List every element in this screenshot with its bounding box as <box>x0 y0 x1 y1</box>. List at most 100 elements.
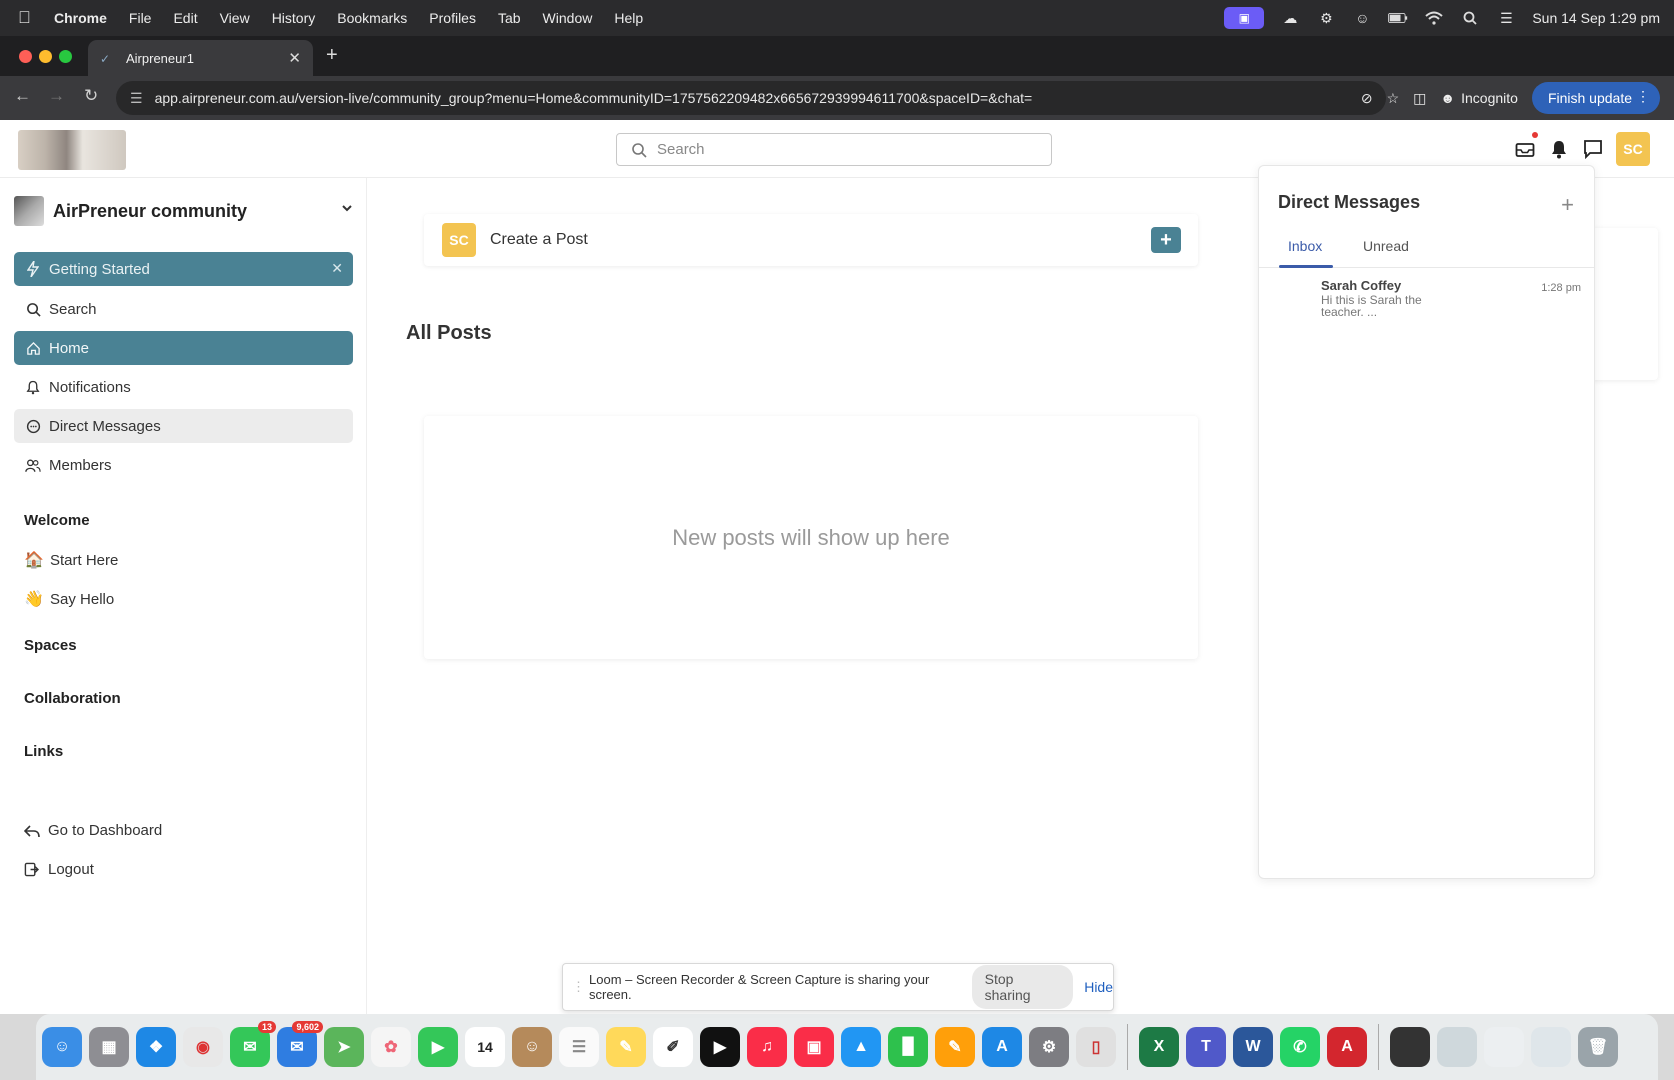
contacts-icon[interactable]: ☺ <box>512 1027 552 1067</box>
incognito-indicator[interactable]: ☻ Incognito <box>1440 90 1518 106</box>
apple-icon[interactable]:  <box>18 8 40 28</box>
drag-handle-icon[interactable]: ⋮ <box>572 979 585 995</box>
community-switcher[interactable]: AirPreneur community <box>14 194 354 228</box>
launchpad-icon[interactable]: ▦ <box>89 1027 129 1067</box>
menubar-clock[interactable]: Sun 14 Sep 1:29 pm <box>1532 10 1660 26</box>
menu-bookmarks[interactable]: Bookmarks <box>337 10 407 26</box>
mail-icon[interactable]: ✉ 9,602 <box>277 1021 323 1067</box>
messages-icon[interactable]: ✉ 13 <box>230 1021 276 1067</box>
hide-banner-link[interactable]: Hide <box>1084 979 1113 995</box>
freeform-icon[interactable]: ✐ <box>653 1027 693 1067</box>
menu-profiles[interactable]: Profiles <box>429 10 476 26</box>
community-logo[interactable] <box>18 130 126 170</box>
user-circle-icon[interactable]: ☺ <box>1352 10 1372 26</box>
calendar-icon[interactable]: 14 <box>465 1027 505 1067</box>
forward-arrow-icon[interactable]: → <box>48 86 65 106</box>
browser-tab-active[interactable]: ✓ Airpreneur1 ✕ <box>88 40 313 76</box>
add-post-button[interactable]: + <box>1151 227 1181 253</box>
menu-history[interactable]: History <box>272 10 316 26</box>
system-settings-icon[interactable]: ⚙ <box>1029 1027 1069 1067</box>
sidebar-item-notifications[interactable]: Notifications <box>14 370 353 404</box>
recent-window-thumbnail[interactable] <box>1484 1027 1524 1067</box>
window-minimize-button[interactable] <box>39 50 52 63</box>
dm-conversation-item[interactable]: Sarah Coffey Hi this is Sarah the teache… <box>1259 278 1594 326</box>
menu-edit[interactable]: Edit <box>173 10 197 26</box>
safari-icon[interactable]: ❖ <box>136 1027 176 1067</box>
sidebar-item-members[interactable]: Members <box>14 448 353 482</box>
spotlight-search-icon[interactable] <box>1460 10 1480 26</box>
recent-window-thumbnail[interactable] <box>1390 1027 1430 1067</box>
app-store-icon[interactable]: A <box>982 1027 1022 1067</box>
pages-icon[interactable]: ✎ <box>935 1027 975 1067</box>
bell-icon[interactable] <box>1548 138 1570 160</box>
sidebar-item-search[interactable]: Search <box>14 292 353 326</box>
getting-started-banner[interactable]: Getting Started ✕ <box>14 252 353 286</box>
control-center-icon[interactable]: ☰ <box>1496 10 1516 26</box>
trash-icon[interactable]: 🗑 <box>1578 1027 1618 1067</box>
apple-tv-icon[interactable]: ▶ <box>700 1027 740 1067</box>
chrome-icon[interactable]: ◉ <box>183 1027 223 1067</box>
inbox-icon[interactable] <box>1514 132 1538 160</box>
close-icon[interactable]: ✕ <box>331 260 343 277</box>
maps-icon[interactable]: ➤ <box>324 1027 364 1067</box>
new-message-button[interactable]: + <box>1561 192 1574 218</box>
notes-icon[interactable]: ✎ <box>606 1027 646 1067</box>
chat-bubble-icon[interactable] <box>1582 138 1604 160</box>
facetime-icon[interactable]: ▶ <box>418 1027 458 1067</box>
new-tab-button[interactable]: + <box>326 44 338 67</box>
back-arrow-icon[interactable]: ← <box>14 86 31 106</box>
acrobat-icon[interactable]: A <box>1327 1027 1367 1067</box>
keynote-icon[interactable]: ▲ <box>841 1027 881 1067</box>
menu-app-name[interactable]: Chrome <box>54 10 107 26</box>
word-icon[interactable]: W <box>1233 1027 1273 1067</box>
tab-inbox[interactable]: Inbox <box>1288 238 1322 254</box>
space-say-hello[interactable]: 👋 Say Hello <box>24 589 114 609</box>
top-search-input[interactable]: Search <box>616 133 1052 166</box>
go-to-dashboard-link[interactable]: Go to Dashboard <box>24 822 162 839</box>
user-avatar[interactable]: SC <box>1616 132 1650 166</box>
gear-icon[interactable]: ⚙ <box>1316 10 1336 26</box>
excel-icon[interactable]: X <box>1139 1027 1179 1067</box>
reload-icon[interactable]: ↻ <box>84 86 98 106</box>
whatsapp-icon[interactable]: ✆ <box>1280 1027 1320 1067</box>
tab-close-icon[interactable]: ✕ <box>288 49 301 67</box>
sidebar-item-direct-messages[interactable]: Direct Messages <box>14 409 353 443</box>
reminders-icon[interactable]: ☰ <box>559 1027 599 1067</box>
menu-help[interactable]: Help <box>614 10 643 26</box>
recent-window-thumbnail[interactable] <box>1437 1027 1477 1067</box>
sidebar-item-home[interactable]: Home <box>14 331 353 365</box>
section-welcome[interactable]: Welcome <box>24 512 90 529</box>
section-spaces[interactable]: Spaces <box>24 637 77 654</box>
battery-icon[interactable] <box>1388 10 1408 26</box>
photos-icon[interactable]: ✿ <box>371 1027 411 1067</box>
logout-link[interactable]: Logout <box>24 861 94 878</box>
bookmark-star-icon[interactable]: ☆ <box>1387 90 1400 107</box>
tab-unread[interactable]: Unread <box>1363 238 1409 254</box>
section-links[interactable]: Links <box>24 743 63 760</box>
url-bar[interactable]: ☰ app.airpreneur.com.au/version-live/com… <box>116 81 1386 115</box>
iphone-mirroring-icon[interactable]: ▯ <box>1076 1027 1116 1067</box>
finish-update-button[interactable]: Finish update ⋮ <box>1531 82 1660 114</box>
menu-file[interactable]: File <box>129 10 152 26</box>
teams-icon[interactable]: T <box>1186 1027 1226 1067</box>
wifi-icon[interactable] <box>1424 10 1444 26</box>
window-zoom-button[interactable] <box>59 50 72 63</box>
news-icon[interactable]: ▣ <box>794 1027 834 1067</box>
music-icon[interactable]: ♫ <box>747 1027 787 1067</box>
space-start-here[interactable]: 🏠 Start Here <box>24 550 118 570</box>
menu-tab[interactable]: Tab <box>498 10 521 26</box>
screen-share-icon[interactable]: ▣ <box>1224 7 1265 29</box>
create-post-card[interactable]: SC Create a Post + <box>424 214 1198 266</box>
finder-icon[interactable]: ☺ <box>42 1027 82 1067</box>
numbers-icon[interactable]: █ <box>888 1027 928 1067</box>
window-close-button[interactable] <box>19 50 32 63</box>
cast-icon[interactable]: ◫ <box>1413 90 1426 107</box>
stop-sharing-button[interactable]: Stop sharing <box>971 965 1074 1009</box>
eye-off-icon[interactable]: ⊘ <box>1361 90 1373 107</box>
section-collaboration[interactable]: Collaboration <box>24 690 121 707</box>
cloud-icon[interactable]: ☁ <box>1280 10 1300 26</box>
menu-window[interactable]: Window <box>543 10 593 26</box>
menu-view[interactable]: View <box>220 10 250 26</box>
recent-window-thumbnail[interactable] <box>1531 1027 1571 1067</box>
site-info-icon[interactable]: ☰ <box>130 90 143 107</box>
